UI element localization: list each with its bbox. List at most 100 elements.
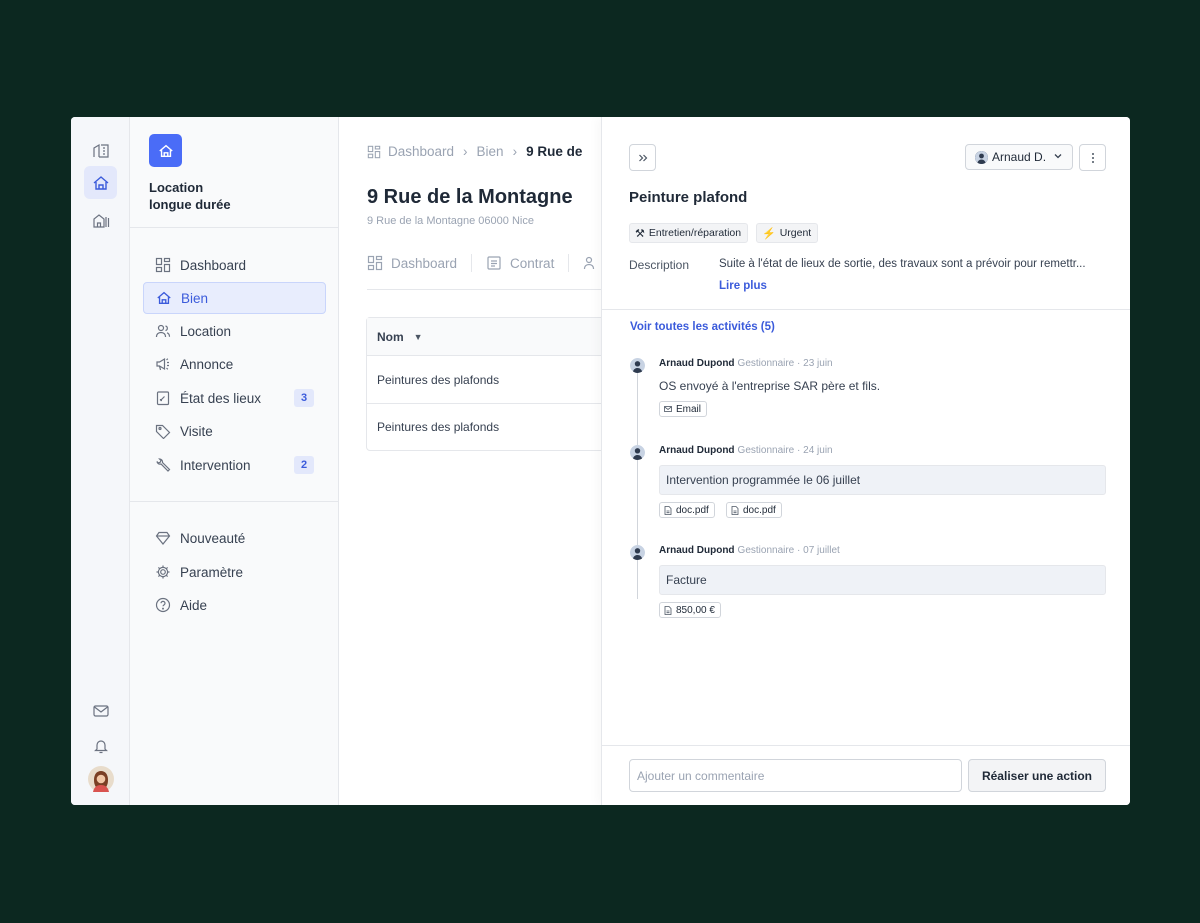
apartments-icon[interactable] [84, 203, 117, 236]
sidebar-item-aide[interactable]: Aide [143, 589, 326, 621]
sidebar-item-nouveaute[interactable]: Nouveauté [143, 522, 326, 554]
comment-input[interactable] [629, 759, 962, 792]
attachment-label: 850,00 € [676, 604, 715, 616]
activity-message: Facture [659, 565, 1106, 595]
breadcrumb-current: 9 Rue de [526, 144, 583, 159]
sidebar-item-label: Visite [180, 423, 213, 439]
activity-avatar [630, 545, 645, 560]
table-row[interactable]: Peintures des plafonds [367, 356, 601, 403]
file-icon [664, 605, 672, 615]
chevron-right-icon: › [463, 144, 468, 159]
divider [471, 254, 473, 272]
attachment-label: Email [676, 403, 702, 415]
help-icon [154, 596, 172, 614]
activity-message: Intervention programmée le 06 juillet [659, 465, 1106, 495]
sidebar-item-label: Aide [180, 597, 208, 613]
tab-dashboard[interactable]: Dashboard [367, 255, 457, 271]
sidebar-item-bien[interactable]: Bien [143, 282, 326, 314]
mail-icon[interactable] [84, 694, 117, 727]
activity-meta: Gestionnaire · 24 juin [737, 445, 833, 456]
attachment-label: doc.pdf [676, 504, 709, 516]
detail-panel: Arnaud D. Peinture plafond ⚒ Entretien/r… [601, 117, 1130, 805]
dashboard-icon [367, 255, 383, 271]
table-header[interactable]: Nom ▼ [367, 318, 601, 356]
description-text: Suite à l'état de lieux de sortie, des t… [719, 258, 1086, 270]
app-window: Location longue durée Dashboard Bien Loc… [71, 117, 1130, 805]
tab-label: Dashboard [391, 255, 458, 271]
sidebar-item-etat-des-lieux[interactable]: État des lieux 3 [143, 382, 326, 414]
breadcrumb: Dashboard › Bien › 9 Rue de [367, 144, 582, 159]
double-chevron-right-icon [638, 154, 647, 161]
breadcrumb-bien[interactable]: Bien [477, 144, 504, 159]
divider [130, 501, 338, 502]
brand-title: Location longue durée [149, 180, 231, 212]
sidebar-item-dashboard[interactable]: Dashboard [143, 249, 326, 281]
column-header-nom: Nom [377, 329, 404, 344]
envelope-icon [664, 405, 672, 413]
chevron-down-icon [1053, 150, 1063, 164]
sidebar-item-label: Dashboard [180, 257, 247, 273]
assignee-name: Arnaud D. [992, 150, 1047, 164]
sidebar-item-label: Location [180, 323, 232, 339]
attachment-chip[interactable]: Email [659, 401, 708, 417]
kebab-icon [1091, 152, 1094, 163]
sidebar-item-annonce[interactable]: Annonce [143, 348, 326, 380]
table-row[interactable]: Peintures des plafonds [367, 403, 601, 450]
document-icon [486, 255, 502, 271]
sidebar-item-visite[interactable]: Visite [143, 415, 326, 447]
attachment-chip[interactable]: doc.pdf [659, 502, 715, 518]
tabs-underline [367, 289, 601, 290]
dashboard-icon [367, 145, 381, 159]
activity-header: Arnaud Dupond Gestionnaire · 23 juin [659, 358, 833, 369]
sidebar-item-label: Bien [181, 290, 209, 306]
sidebar-item-label: État des lieux [180, 390, 262, 406]
avatar[interactable] [84, 762, 117, 795]
dashboard-icon [154, 256, 172, 274]
home-icon[interactable] [84, 166, 117, 199]
wrench-icon [154, 456, 172, 474]
tab-contrat[interactable]: Contrat [486, 255, 554, 271]
sidebar-item-label: Paramètre [180, 564, 244, 580]
attachment-chip[interactable]: 850,00 € [659, 602, 721, 618]
table-cell: Peintures des plafonds [377, 420, 500, 434]
main-content: Dashboard › Bien › 9 Rue de 9 Rue de la … [339, 117, 601, 805]
tab-location[interactable] [583, 255, 601, 271]
home-icon [155, 289, 173, 307]
assignee-select[interactable]: Arnaud D. [965, 144, 1073, 170]
sidebar-item-parametre[interactable]: Paramètre [143, 556, 326, 588]
sidebar-item-intervention[interactable]: Intervention 2 [143, 449, 326, 481]
gear-icon [154, 563, 172, 581]
brand-home-icon[interactable] [149, 134, 182, 167]
activity-author: Arnaud Dupond [659, 358, 735, 369]
page-title: 9 Rue de la Montagne [367, 186, 573, 208]
category-tag: ⚒ Entretien/réparation [629, 223, 749, 243]
timeline-line [637, 369, 638, 599]
table-cell: Peintures des plafonds [377, 372, 500, 387]
tools-icon: ⚒ [635, 227, 645, 240]
divider [602, 309, 1130, 310]
users-icon [583, 255, 599, 271]
chevron-right-icon: › [512, 144, 518, 159]
activity-avatar [630, 445, 645, 460]
read-more-link[interactable]: Lire plus [719, 280, 767, 292]
bell-icon[interactable] [84, 729, 117, 762]
interventions-table: Nom ▼ Peintures des plafonds Peintures d… [366, 317, 601, 451]
buildings-icon[interactable] [84, 133, 117, 166]
users-icon [154, 322, 172, 340]
collapse-panel-button[interactable] [629, 144, 656, 171]
megaphone-icon [154, 355, 172, 373]
more-options-button[interactable] [1079, 144, 1106, 171]
sidebar-item-location[interactable]: Location [143, 315, 326, 347]
sidebar-item-label: Annonce [180, 356, 234, 372]
urgency-tag: ⚡ Urgent [756, 223, 819, 243]
tag-label: Urgent [779, 227, 812, 239]
icon-rail [71, 117, 130, 805]
page-subtitle: 9 Rue de la Montagne 06000 Nice [367, 215, 534, 227]
see-all-activities-link[interactable]: Voir toutes les activités (5) [630, 321, 775, 333]
task-title: Peinture plafond [629, 189, 748, 206]
divider [602, 745, 1130, 746]
perform-action-button[interactable]: Réaliser une action [968, 759, 1106, 792]
attachment-chip[interactable]: doc.pdf [726, 502, 782, 518]
breadcrumb-dashboard[interactable]: Dashboard [388, 144, 454, 159]
activity-text: OS envoyé à l'entreprise SAR père et fil… [659, 379, 881, 393]
